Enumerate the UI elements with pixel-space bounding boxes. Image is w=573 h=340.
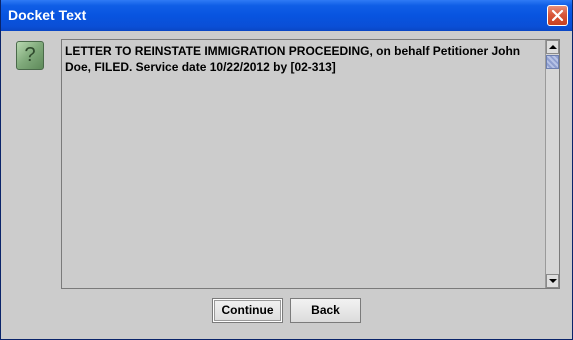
arrow-up-icon: [549, 45, 557, 49]
close-button[interactable]: [547, 5, 568, 26]
question-icon-glyph: ?: [24, 44, 36, 66]
scroll-down-button[interactable]: [546, 274, 559, 288]
scroll-thumb[interactable]: [546, 55, 559, 69]
title-bar[interactable]: Docket Text: [1, 0, 572, 31]
continue-button[interactable]: Continue: [212, 298, 283, 323]
docket-text-area[interactable]: LETTER TO REINSTATE IMMIGRATION PROCEEDI…: [61, 39, 560, 289]
arrow-down-icon: [549, 279, 557, 283]
window-title: Docket Text: [8, 7, 87, 23]
close-icon: [551, 9, 564, 22]
vertical-scrollbar[interactable]: [545, 40, 559, 288]
docket-text: LETTER TO REINSTATE IMMIGRATION PROCEEDI…: [65, 44, 521, 74]
scroll-up-button[interactable]: [546, 40, 559, 54]
docket-text-dialog: Docket Text ? LETTER TO REINSTATE IMMIGR…: [0, 0, 573, 340]
back-button[interactable]: Back: [290, 298, 361, 323]
question-icon: ?: [16, 41, 44, 70]
